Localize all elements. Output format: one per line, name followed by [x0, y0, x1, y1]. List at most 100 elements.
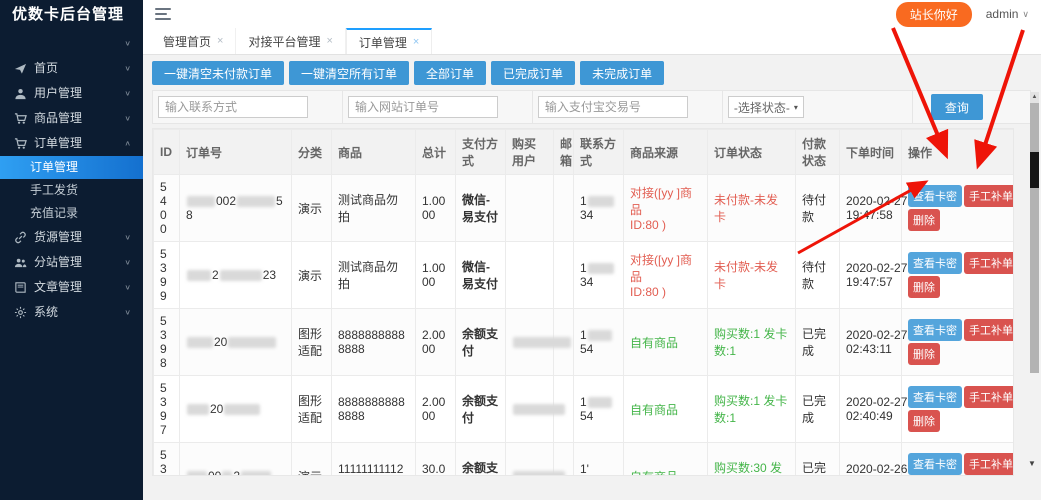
filter-button-一键清空所有订单[interactable]: 一键清空所有订单	[289, 61, 410, 85]
chevron-down-icon: ∨	[124, 114, 131, 123]
cell-contact: 154	[573, 308, 624, 376]
tab-订单管理[interactable]: 订单管理 ×	[345, 28, 433, 54]
cell-pay-method: 余额支付	[455, 308, 506, 376]
sidebar-item-用户管理[interactable]: 用户管理 ∨	[0, 81, 143, 106]
table-header-row: ID 订单号 分类 商品 总计 支付方式 购买用户 邮箱 联系方式 商品来源 订单状态 付款状态 下单时…	[153, 129, 1013, 175]
cell-contact: 134	[573, 174, 624, 242]
redacted-text	[187, 404, 209, 416]
delete-button[interactable]: 删除	[908, 343, 940, 365]
cell-category: 图形适配	[291, 375, 332, 443]
column-header-支付方式: 支付方式	[455, 129, 506, 175]
cell-product: 88888888888888	[331, 308, 416, 376]
manual-reissue-button[interactable]: 手工补单	[964, 386, 1013, 408]
chevron-down-icon: ∨	[124, 233, 131, 242]
tab-管理首页[interactable]: 管理首页 ×	[151, 28, 237, 54]
table-row: 5376 00 2 演示111111111122230.0000余额支付 1' 自有商品购…	[153, 442, 1013, 476]
scrollbar-thumb[interactable]	[1030, 152, 1039, 188]
chevron-up-icon: ∧	[124, 139, 131, 148]
user-menu[interactable]: admin ∨	[986, 7, 1029, 21]
scrollbar-down-icon[interactable]: ▼	[1028, 459, 1036, 468]
order-no-input[interactable]	[347, 96, 498, 118]
no-icon	[14, 37, 27, 50]
tab-close-icon[interactable]: ×	[326, 35, 332, 47]
filter-button-未完成订单[interactable]: 未完成订单	[580, 61, 665, 85]
tab-close-icon[interactable]: ×	[413, 36, 419, 48]
view-card-button[interactable]: 查看卡密	[908, 453, 962, 475]
column-header-商品: 商品	[331, 129, 416, 175]
sidebar-subitem-充值记录[interactable]: 充值记录	[0, 202, 143, 225]
view-card-button[interactable]: 查看卡密	[908, 185, 962, 207]
cell-category: 演示	[291, 442, 332, 475]
alipay-trade-input[interactable]	[537, 96, 688, 118]
filter-button-已完成订单[interactable]: 已完成订单	[491, 61, 576, 85]
view-card-button[interactable]: 查看卡密	[908, 252, 962, 274]
cell-pay-status: 已完成	[795, 442, 840, 475]
greeting-button[interactable]: 站长你好	[895, 1, 972, 27]
contact-input[interactable]	[158, 96, 308, 118]
status-select[interactable]: -选择状态- ▾	[727, 96, 804, 118]
cell-order-time: 2020-02-27 02:40:49	[839, 375, 907, 443]
manual-reissue-button[interactable]: 手工补单	[964, 453, 1013, 475]
sidebar-item-label: 文章管理	[34, 280, 83, 294]
redacted-text	[219, 270, 262, 282]
sidebar-subitem-订单管理[interactable]: 订单管理	[0, 156, 143, 179]
delete-button[interactable]: 删除	[908, 276, 940, 298]
delete-button[interactable]: 删除	[908, 410, 940, 432]
sidebar-item-货源管理[interactable]: 货源管理 ∨	[0, 225, 143, 250]
source-line: ID:80 )	[630, 285, 667, 299]
filter-cell-status: -选择状态- ▾	[723, 91, 913, 123]
redacted-text	[513, 471, 565, 475]
sidebar-item-系统[interactable]: 系统 ∨	[0, 300, 143, 325]
manual-reissue-button[interactable]: 手工补单	[964, 185, 1013, 207]
cell-total: 1.0000	[415, 241, 456, 309]
chevron-down-icon: ∨	[124, 64, 131, 73]
manual-reissue-button[interactable]: 手工补单	[964, 319, 1013, 341]
sidebar-item-商品管理[interactable]: 商品管理 ∨	[0, 106, 143, 131]
filter-button-全部订单[interactable]: 全部订单	[414, 61, 487, 85]
cell-total: 2.0000	[415, 308, 456, 376]
source-line: 自有商品	[630, 402, 679, 417]
redacted-text	[237, 196, 276, 208]
sidebar-item-订单管理[interactable]: 订单管理 ∧	[0, 131, 143, 156]
cell-contact: 134	[573, 241, 624, 309]
redacted-text	[222, 471, 233, 475]
cell-source: 自有商品	[623, 308, 708, 376]
cell-text-fragment: 20	[214, 335, 228, 349]
tab-对接平台管理[interactable]: 对接平台管理 ×	[236, 28, 346, 54]
sidebar-subitem-手工发货[interactable]: 手工发货	[0, 179, 143, 202]
column-header-操作: 操作	[901, 129, 1013, 175]
column-header-商品来源: 商品来源	[623, 129, 708, 175]
filter-panel: -选择状态- ▾ 查询	[152, 90, 1031, 124]
delete-button[interactable]: 删除	[908, 209, 940, 231]
app-title: 优数卡后台管理	[12, 6, 125, 23]
cell-text-fragment: 1	[580, 194, 587, 208]
filter-button-一键清空未付款订单[interactable]: 一键清空未付款订单	[152, 61, 285, 85]
scrollbar-up-icon[interactable]: ▲	[1030, 92, 1039, 103]
redacted-text	[587, 397, 612, 409]
cell-buyer	[505, 308, 571, 376]
sidebar-item-分站管理[interactable]: 分站管理 ∨	[0, 250, 143, 275]
cell-total: 2.0000	[415, 375, 456, 443]
cell-actions: 查看卡密手工补单删除	[901, 442, 1013, 475]
sidebar-item-文章管理[interactable]: 文章管理 ∨	[0, 275, 143, 300]
manual-reissue-button[interactable]: 手工补单	[964, 252, 1013, 274]
cell-text-fragment: 2	[233, 469, 241, 476]
column-header-购买用户: 购买用户	[505, 129, 554, 175]
cell-text-fragment: 34	[580, 275, 594, 289]
cell-email	[553, 174, 574, 242]
vertical-scrollbar[interactable]: ▲	[1030, 92, 1039, 373]
cell-product: 88888888888888	[331, 375, 416, 443]
view-card-button[interactable]: 查看卡密	[908, 386, 962, 408]
collapse-menu-icon[interactable]	[155, 5, 171, 23]
time-line: 2020-02-27	[846, 261, 908, 275]
source-line: 对接([yy ]商品	[630, 253, 692, 284]
cart-icon	[14, 112, 27, 125]
sidebar-item-首页[interactable]: 首页 ∨	[0, 56, 143, 81]
redacted-text	[587, 330, 612, 342]
view-card-button[interactable]: 查看卡密	[908, 319, 962, 341]
search-button[interactable]: 查询	[930, 94, 983, 120]
sidebar-subitem-label: 充值记录	[30, 206, 79, 220]
tab-label: 订单管理	[358, 35, 407, 50]
sidebar-item-blank[interactable]: ∨	[0, 30, 143, 56]
tab-close-icon[interactable]: ×	[217, 35, 223, 47]
